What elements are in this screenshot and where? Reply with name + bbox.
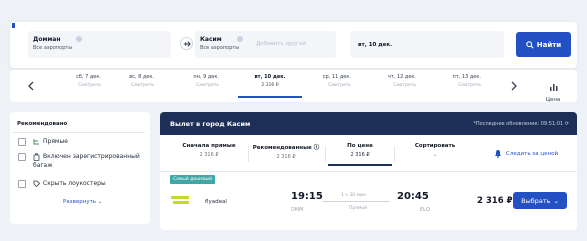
tab-recommended[interactable]: Рекомендованные ⓘ 2 316 ₽	[250, 143, 322, 160]
refresh-icon[interactable]: ⟳	[565, 121, 569, 127]
origin-city: Домман	[33, 36, 61, 43]
hide-lowcost-checkbox[interactable]	[18, 180, 26, 188]
accent-mark	[12, 23, 15, 28]
results-divider	[160, 171, 577, 172]
tab-label: Рекомендованные ⓘ	[250, 143, 322, 151]
filters-sidebar	[10, 112, 150, 224]
tab-by-price[interactable]: По цене 2 316 ₽	[328, 143, 392, 158]
chevron-down-icon: ⌄	[553, 196, 559, 205]
date-option-4[interactable]: ср, 11 дек. Смотреть	[287, 74, 351, 98]
departure-airport: DMM	[291, 207, 304, 213]
date-option-price: Смотреть	[393, 83, 416, 88]
destination-city: Касим	[200, 36, 222, 43]
follow-price-label: Следить за ценой	[506, 150, 559, 157]
airplane-icon	[183, 40, 191, 47]
filters-title: Рекомендовано	[17, 121, 68, 127]
route-line	[322, 201, 390, 202]
bell-icon	[495, 150, 501, 158]
date-option-label: чт, 12 дек.	[387, 74, 416, 80]
tab-label: Сортировать	[414, 143, 456, 149]
date-option-label: пт, 13 дек.	[452, 74, 481, 80]
price-chart-button[interactable]: Цена	[540, 76, 566, 103]
cheapest-badge: Самый дешевый	[170, 175, 216, 184]
baggage-icon	[33, 153, 40, 161]
tab-label: По цене	[347, 143, 373, 149]
next-dates-arrow-icon[interactable]	[508, 80, 520, 92]
flight-price: 2 316 ₽	[477, 196, 513, 206]
tag-icon	[33, 180, 40, 187]
expand-filters-link[interactable]: Развернуть ⌄	[63, 199, 102, 205]
arrival-time: 20:45	[397, 191, 429, 202]
airline-name: flyadeal	[205, 199, 227, 205]
follow-price-button[interactable]: Следить за ценой	[494, 149, 558, 158]
search-button[interactable]: Найти	[516, 32, 571, 57]
tab-separator	[325, 146, 326, 162]
select-flight-label: Выбрать	[521, 196, 551, 205]
direct-option-label: Прямые	[43, 138, 68, 145]
expand-filters-label: Развернуть	[63, 199, 97, 205]
sort-dropdown[interactable]: Сортировать ⌄	[398, 143, 472, 158]
hide-lowcost-label: Скрыть лоукостеры	[43, 180, 106, 187]
date-option-label: пн, 9 дек.	[193, 74, 219, 80]
search-icon	[526, 40, 534, 49]
tab-price: 2 316 ₽	[199, 152, 219, 158]
active-tab-indicator	[328, 164, 392, 166]
info-icon[interactable]: ⓘ	[314, 145, 320, 151]
tab-separator	[394, 146, 395, 162]
date-option-price: Смотреть	[328, 83, 351, 88]
date-option-5[interactable]: чт, 12 дек. Смотреть	[352, 74, 416, 98]
tab-separator	[248, 146, 249, 162]
date-option-price: Смотреть	[458, 83, 481, 88]
origin-airports: Все аэропорты	[33, 45, 73, 51]
date-option-2[interactable]: пн, 9 дек. Смотреть	[155, 74, 219, 98]
tab-label: Сначала прямые	[182, 143, 236, 149]
destination-clear-icon[interactable]	[237, 36, 243, 42]
baggage-option-label: Включен зарегистрированный	[43, 153, 140, 160]
date-option-1[interactable]: вс, 8 дек. Смотреть	[90, 74, 154, 98]
bar-chart-icon	[549, 84, 557, 91]
last-updated: *Последнее обновление: 09:51:01 ⟳	[473, 121, 569, 127]
page: Домман Все аэропорты Касим Все аэропорты…	[0, 0, 587, 241]
tab-label-text: Рекомендованные	[252, 145, 312, 151]
last-updated-text: *Последнее обновление: 09:51:01	[473, 121, 564, 127]
arrival-airport: ELQ	[420, 207, 430, 213]
baggage-option-label-2: багаж	[33, 162, 53, 169]
date-value: вт, 10 дек.	[358, 42, 393, 48]
date-option-label: вс, 8 дек.	[129, 74, 154, 80]
chevron-down-icon: ⌄	[97, 199, 103, 205]
price-chart-label: Цена	[545, 97, 561, 103]
tab-price: 2 316 ₽	[276, 154, 296, 160]
chevron-down-icon: ⌄	[432, 152, 438, 158]
direct-flight-icon	[33, 139, 39, 145]
date-option-label: ср, 11 дек.	[322, 74, 351, 80]
prev-dates-arrow-icon[interactable]	[24, 80, 36, 92]
search-button-label: Найти	[536, 40, 562, 49]
date-option-6[interactable]: пт, 13 дек. Смотреть	[417, 74, 481, 98]
date-option-price: Смотреть	[196, 83, 219, 88]
origin-field[interactable]: Домман Все аэропорты	[28, 31, 171, 58]
destination-airports: Все аэропорты	[200, 45, 240, 51]
select-flight-button[interactable]: Выбрать ⌄	[513, 192, 567, 209]
tab-price: 2 316 ₽	[350, 152, 370, 158]
direct-checkbox[interactable]	[18, 138, 26, 146]
results-title: Вылет в город Касим	[170, 120, 251, 128]
stops-label: Прямой	[349, 206, 368, 211]
origin-clear-icon[interactable]	[76, 36, 82, 42]
date-option-price: Смотреть	[131, 83, 154, 88]
filters-divider	[13, 132, 145, 133]
swap-direction-button[interactable]	[180, 37, 193, 50]
tab-direct-first[interactable]: Сначала прямые 2 316 ₽	[172, 143, 246, 158]
flyadeal-logo	[171, 196, 189, 204]
baggage-checkbox[interactable]	[18, 153, 26, 161]
add-other-destination-link[interactable]: Добавить другой	[256, 41, 306, 47]
departure-time: 19:15	[291, 191, 323, 202]
flight-duration: 1 ч 30 мин	[341, 193, 366, 198]
